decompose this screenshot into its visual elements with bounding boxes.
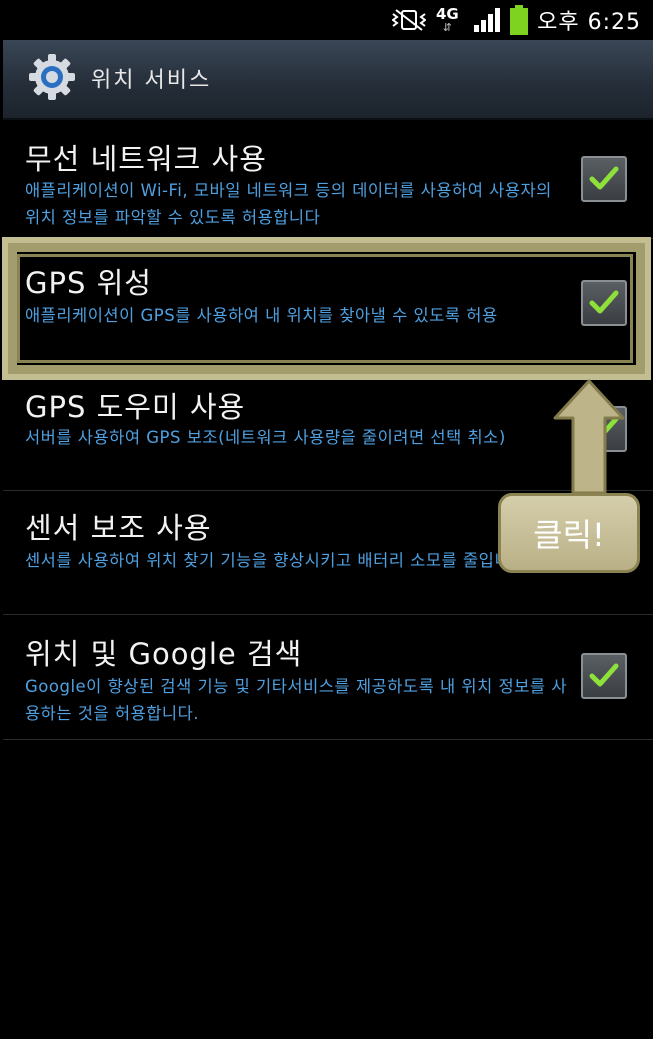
- page-title: 위치 서비스: [91, 68, 212, 93]
- callout-text: 클릭!: [533, 516, 605, 554]
- up-arrow-icon: [552, 378, 626, 500]
- setting-title: 위치 및 Google 검색: [25, 637, 303, 671]
- clock: 오후 6:25: [537, 10, 641, 35]
- setting-location-google-search[interactable]: 위치 및 Google 검색 Google이 향상된 검색 기능 및 기타서비스…: [3, 615, 653, 739]
- setting-wireless-network[interactable]: 무선 네트워크 사용 애플리케이션이 Wi-Fi, 모바일 네트워크 등의 데이…: [3, 120, 653, 238]
- vibrate-icon: [392, 0, 426, 40]
- setting-title: GPS 도우미 사용: [25, 390, 246, 424]
- setting-description: 서버를 사용하여 GPS 보조(네트워크 사용량을 줄이려면 선택 취소): [25, 428, 506, 447]
- action-bar: 위치 서비스: [3, 40, 653, 120]
- checkbox-location-google-search[interactable]: [581, 653, 627, 699]
- click-callout: 클릭!: [498, 493, 640, 573]
- setting-title: 무선 네트워크 사용: [25, 142, 267, 176]
- divider: [3, 739, 653, 740]
- signal-icon: [472, 0, 502, 40]
- setting-title: 센서 보조 사용: [25, 511, 212, 545]
- highlight-inner-border: [17, 254, 633, 363]
- network-4g-icon: 4G ⇵: [436, 5, 459, 34]
- setting-description: Google이 향상된 검색 기능 및 기타서비스를 제공하도록 내 위치 정보…: [25, 677, 567, 723]
- setting-description: 애플리케이션이 Wi-Fi, 모바일 네트워크 등의 데이터를 사용하여 사용자…: [25, 181, 552, 227]
- status-bar: 4G ⇵ 오후 6:25: [0, 0, 653, 40]
- checkbox-wireless-network[interactable]: [581, 156, 627, 202]
- setting-description: 센서를 사용하여 위치 찾기 기능을 향상시키고 배터리 소모를 줄입니다: [25, 551, 526, 570]
- battery-icon: [508, 0, 530, 40]
- gear-icon[interactable]: [27, 52, 77, 106]
